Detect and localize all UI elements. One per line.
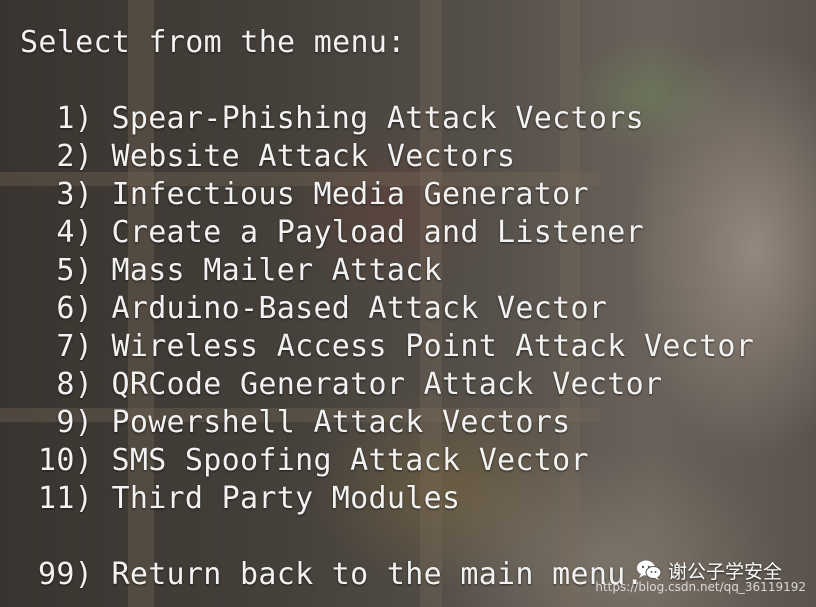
return-menu-item[interactable]: 99) Return back to the main menu. bbox=[38, 556, 644, 594]
menu-item-number: 7) bbox=[38, 329, 94, 364]
menu-item-number: 1) bbox=[38, 101, 94, 136]
menu-item-label: SMS Spoofing Attack Vector bbox=[111, 443, 589, 478]
menu-item-label: Create a Payload and Listener bbox=[111, 215, 644, 250]
menu-item-label: Wireless Access Point Attack Vector bbox=[111, 329, 755, 364]
menu-item-number: 4) bbox=[38, 215, 94, 250]
menu-item-label: Mass Mailer Attack bbox=[111, 253, 442, 288]
terminal-window: Select from the menu: 1) Spear-Phishing … bbox=[0, 0, 816, 607]
menu-item-label: Website Attack Vectors bbox=[111, 139, 516, 174]
menu-prompt: Select from the menu: bbox=[20, 25, 406, 60]
wechat-icon bbox=[637, 560, 662, 580]
menu-item[interactable]: 4) Create a Payload and Listener bbox=[38, 214, 644, 252]
menu-item[interactable]: 7) Wireless Access Point Attack Vector bbox=[38, 328, 754, 366]
menu-item[interactable]: 11) Third Party Modules bbox=[38, 480, 460, 518]
menu-item-number: 10) bbox=[38, 443, 94, 478]
menu-item-number: 3) bbox=[38, 177, 94, 212]
menu-item[interactable]: 6) Arduino-Based Attack Vector bbox=[38, 290, 607, 328]
menu-item-label: Spear-Phishing Attack Vectors bbox=[111, 101, 644, 136]
watermark-url: https://blog.csdn.net/qq_36119192 bbox=[595, 580, 806, 594]
menu-item[interactable]: 9) Powershell Attack Vectors bbox=[38, 404, 571, 442]
menu-item-number: 2) bbox=[38, 139, 94, 174]
menu-item[interactable]: 3) Infectious Media Generator bbox=[38, 176, 589, 214]
menu-item[interactable]: 5) Mass Mailer Attack bbox=[38, 252, 442, 290]
menu-item-number: 11) bbox=[38, 481, 94, 516]
menu-item-number: 5) bbox=[38, 253, 94, 288]
menu-item-label: Return back to the main menu. bbox=[111, 557, 644, 592]
menu-item-number: 9) bbox=[38, 405, 94, 440]
menu-item[interactable]: 1) Spear-Phishing Attack Vectors bbox=[38, 100, 644, 138]
menu-item-label: Infectious Media Generator bbox=[111, 177, 589, 212]
menu-item[interactable]: 8) QRCode Generator Attack Vector bbox=[38, 366, 662, 404]
menu-item[interactable]: 10) SMS Spoofing Attack Vector bbox=[38, 442, 589, 480]
menu-item-label: Third Party Modules bbox=[111, 481, 461, 516]
menu-item-label: Arduino-Based Attack Vector bbox=[111, 291, 608, 326]
menu-item-number: 99) bbox=[38, 557, 94, 592]
menu-item-label: Powershell Attack Vectors bbox=[111, 405, 571, 440]
menu-item-number: 8) bbox=[38, 367, 94, 402]
menu-item-label: QRCode Generator Attack Vector bbox=[111, 367, 663, 402]
menu-item-number: 6) bbox=[38, 291, 94, 326]
menu-item[interactable]: 2) Website Attack Vectors bbox=[38, 138, 515, 176]
